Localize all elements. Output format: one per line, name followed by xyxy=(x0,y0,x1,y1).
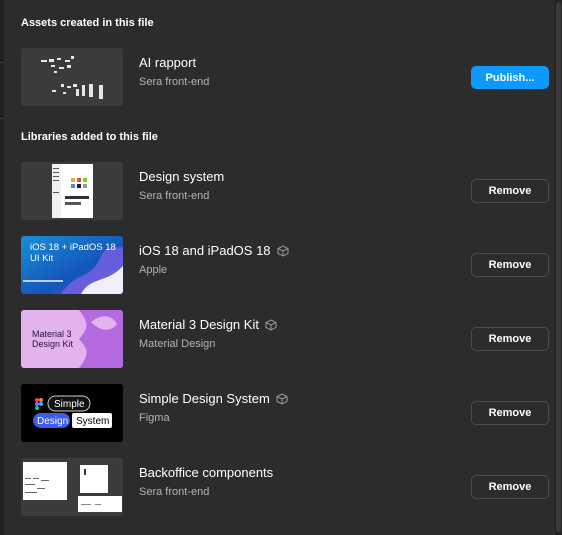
library-source: Sera front-end xyxy=(139,190,210,202)
publish-button[interactable]: Publish... xyxy=(471,66,549,89)
remove-button[interactable]: Remove xyxy=(471,475,549,499)
thumb-caption: Design xyxy=(37,416,68,427)
thumb-caption: UI Kit xyxy=(30,253,54,264)
library-source: Apple xyxy=(139,264,168,276)
library-thumbnail: Simple Design System xyxy=(21,384,123,442)
package-icon xyxy=(277,244,289,257)
left-panel-edge xyxy=(0,0,4,535)
library-source: Sera front-end xyxy=(139,486,210,498)
library-name: Backoffice components xyxy=(139,465,274,480)
package-icon xyxy=(276,392,288,405)
library-row-material-3: Material 3 Design Kit Material 3 Design … xyxy=(21,310,549,368)
scrollbar[interactable] xyxy=(555,0,562,535)
library-name: iOS 18 and iPadOS 18 xyxy=(139,243,289,258)
scrollbar-thumb[interactable] xyxy=(556,2,561,532)
thumb-caption: iOS 18 + iPadOS 18 xyxy=(30,242,116,253)
asset-thumbnail xyxy=(21,48,123,106)
remove-button[interactable]: Remove xyxy=(471,253,549,277)
library-name: Design system xyxy=(139,169,225,184)
package-icon xyxy=(265,318,277,331)
library-row-design-system: Design system Sera front-end Remove xyxy=(21,162,549,220)
remove-button[interactable]: Remove xyxy=(471,179,549,203)
library-source: Material Design xyxy=(139,338,216,350)
assets-section-title: Assets created in this file xyxy=(21,17,154,29)
library-name: Simple Design System xyxy=(139,391,288,406)
asset-source: Sera front-end xyxy=(139,76,210,88)
library-thumbnail xyxy=(21,162,123,220)
remove-button[interactable]: Remove xyxy=(471,401,549,425)
thumb-caption: System xyxy=(76,416,109,427)
library-thumbnail: Material 3 Design Kit xyxy=(21,310,123,368)
asset-name: AI rapport xyxy=(139,55,197,70)
thumb-caption: Design Kit xyxy=(32,339,74,349)
library-name: Material 3 Design Kit xyxy=(139,317,277,332)
library-thumbnail xyxy=(21,458,123,516)
remove-button[interactable]: Remove xyxy=(471,327,549,351)
thumb-caption: Simple xyxy=(54,399,85,410)
library-row-backoffice-components: Backoffice components Sera front-end Rem… xyxy=(21,458,549,516)
libraries-section-title: Libraries added to this file xyxy=(21,131,158,143)
library-row-ios-18: iOS 18 + iPadOS 18 UI Kit iOS 18 and iPa… xyxy=(21,236,549,294)
library-thumbnail: iOS 18 + iPadOS 18 UI Kit xyxy=(21,236,123,294)
library-source: Figma xyxy=(139,412,170,424)
asset-row-ai-rapport: AI rapport Sera front-end Publish... xyxy=(21,48,549,106)
library-row-simple-design-system: Simple Design System Simple Design Syste… xyxy=(21,384,549,442)
thumb-caption: Material 3 xyxy=(32,329,72,339)
